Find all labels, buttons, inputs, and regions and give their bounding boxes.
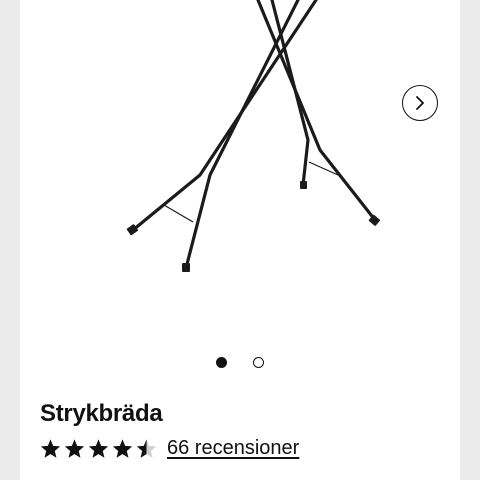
- half-star-icon: [136, 438, 157, 458]
- product-rating: 66 recensioner: [39, 437, 299, 460]
- rating-stars: [39, 438, 158, 460]
- next-image-button[interactable]: [402, 85, 438, 121]
- carousel-indicators: [20, 355, 460, 369]
- product-image: [126, 0, 380, 272]
- chevron-right-icon: [416, 96, 424, 110]
- carousel-dot-1[interactable]: [216, 356, 227, 368]
- star-icon: [64, 438, 85, 458]
- reviews-link[interactable]: 66 recensioner: [167, 437, 299, 460]
- product-title: Strykbräda: [40, 400, 163, 427]
- product-card: Strykbräda 66 recensioner: [20, 0, 460, 480]
- carousel-dot-2[interactable]: [253, 356, 264, 368]
- star-icon: [40, 438, 61, 458]
- star-icon: [112, 438, 133, 458]
- star-icon: [88, 438, 109, 458]
- image-gallery[interactable]: [20, 0, 460, 340]
